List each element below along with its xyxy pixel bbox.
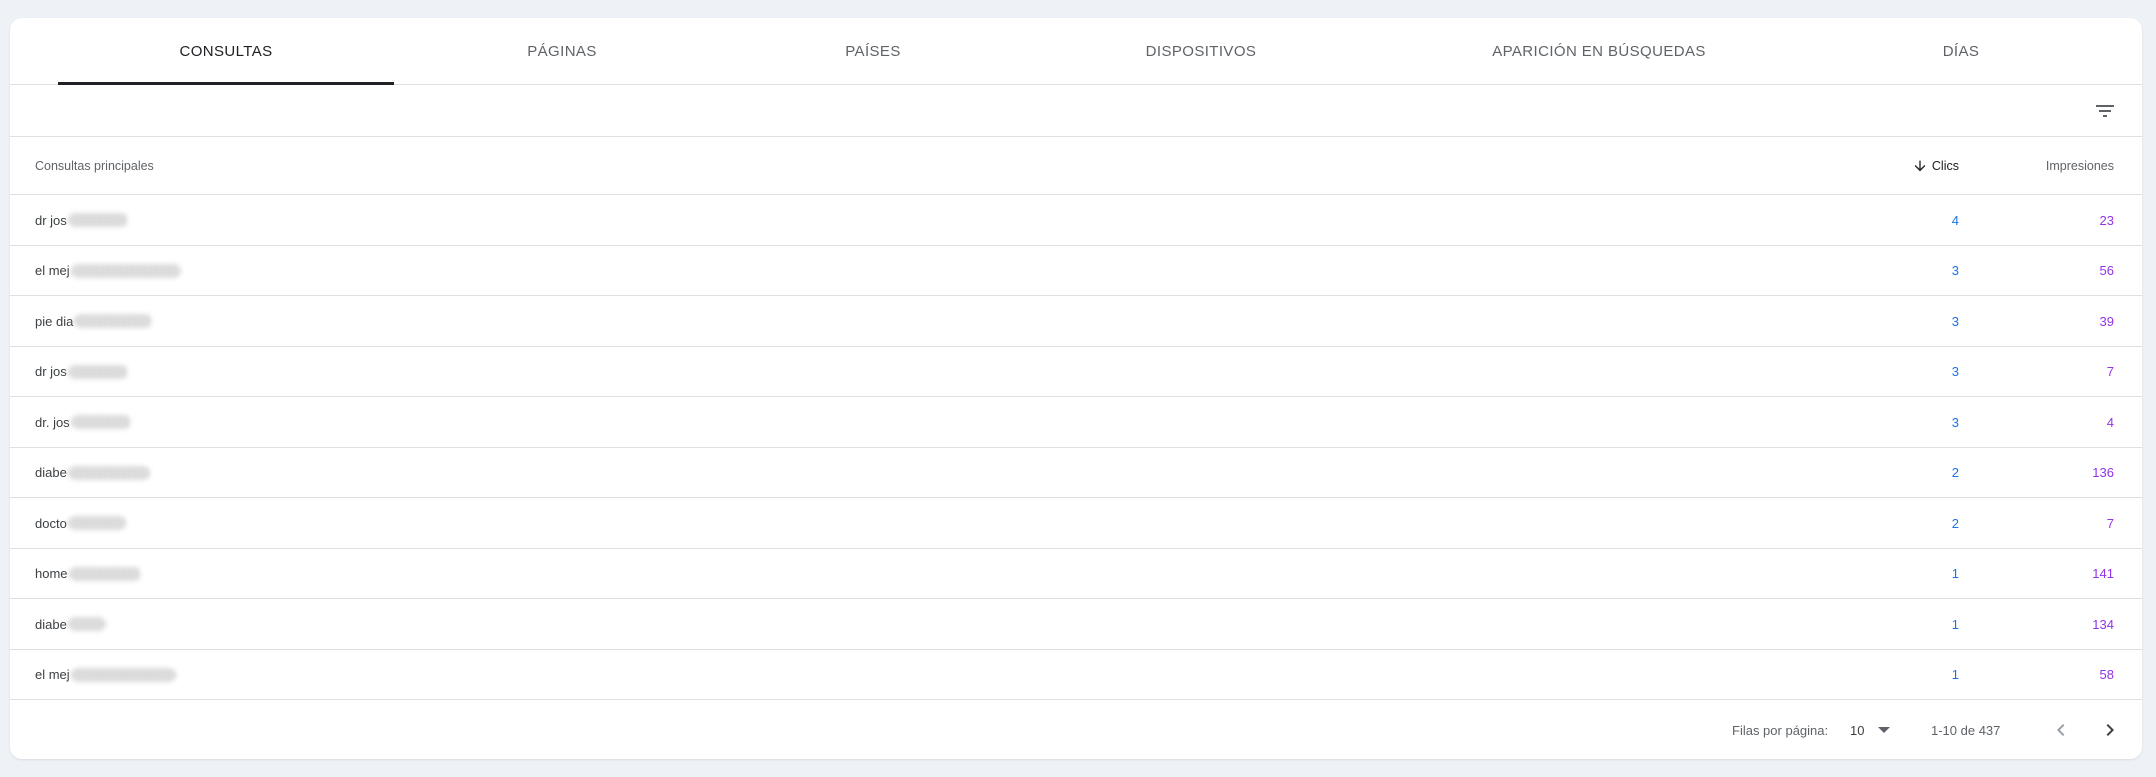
table-row[interactable]: home 1 141 <box>10 549 2142 599</box>
redacted-text <box>67 617 106 631</box>
dropdown-caret-icon <box>1878 727 1891 733</box>
redacted-text <box>70 667 176 682</box>
rows-per-page-select[interactable]: 10 <box>1850 701 1891 759</box>
clicks-cell: 3 <box>1951 263 1959 278</box>
impressions-cell: 39 <box>2099 313 2114 329</box>
header-clicks-label: Clics <box>1931 159 1959 173</box>
redacted-text <box>67 516 126 530</box>
tab-paises[interactable]: PAÍSES <box>705 18 1041 85</box>
impressions-cell: 136 <box>2092 465 2114 480</box>
tab-paginas[interactable]: PÁGINAS <box>394 18 730 85</box>
tab-bar: CONSULTAS PÁGINAS PAÍSES DISPOSITIVOS AP… <box>10 18 2142 85</box>
table-row[interactable]: pie dia 3 39 <box>10 296 2142 347</box>
rows-per-page-value: 10 <box>1850 722 1865 738</box>
impressions-cell: 141 <box>2092 566 2114 581</box>
redacted-text <box>67 364 128 379</box>
clicks-cell: 3 <box>1951 313 1959 329</box>
clicks-cell: 2 <box>1951 515 1959 531</box>
query-text: docto <box>35 515 67 531</box>
filter-bar <box>10 85 2142 137</box>
query-cell: dr. jos <box>35 397 131 447</box>
impressions-cell: 58 <box>2099 667 2114 682</box>
query-cell: home <box>35 549 141 599</box>
query-cell: el mej <box>35 650 176 700</box>
table-row[interactable]: dr. jos 3 4 <box>10 397 2142 448</box>
impressions-cell: 134 <box>2092 616 2114 632</box>
impressions-cell: 56 <box>2099 263 2114 278</box>
table-row[interactable]: diabe 1 134 <box>10 599 2142 650</box>
tab-dispositivos[interactable]: DISPOSITIVOS <box>1033 18 1369 85</box>
table-row[interactable]: docto 2 7 <box>10 498 2142 549</box>
query-cell: dr jos <box>35 195 128 245</box>
tab-consultas[interactable]: CONSULTAS <box>58 18 394 85</box>
chevron-right-icon <box>2106 724 2114 736</box>
redacted-text <box>68 566 141 581</box>
query-cell: pie dia <box>35 296 153 346</box>
filter-icon[interactable] <box>2093 99 2117 123</box>
clicks-cell: 1 <box>1951 616 1959 632</box>
redacted-text <box>74 314 153 328</box>
clicks-cell: 3 <box>1951 414 1959 430</box>
redacted-text <box>70 263 181 278</box>
next-page-button[interactable] <box>2098 718 2122 742</box>
impressions-cell: 7 <box>2106 515 2114 531</box>
tab-dias[interactable]: DÍAS <box>1841 18 2081 85</box>
pagination-range: 1-10 de 437 <box>1931 722 2001 738</box>
header-query: Consultas principales <box>35 159 154 173</box>
clicks-cell: 4 <box>1951 212 1959 228</box>
tab-aparicion-en-busquedas[interactable]: APARICIÓN EN BÚSQUEDAS <box>1409 18 1789 85</box>
table-row[interactable]: diabe 2 136 <box>10 448 2142 498</box>
header-impressions[interactable]: Impresiones <box>2046 137 2114 195</box>
table-row[interactable]: dr jos 3 7 <box>10 347 2142 397</box>
query-cell: dr jos <box>35 347 128 397</box>
table-row[interactable]: el mej 1 58 <box>10 650 2142 700</box>
rows-per-page-label: Filas por página: <box>1732 722 1829 738</box>
query-text: el mej <box>35 263 70 278</box>
clicks-cell: 2 <box>1951 465 1959 480</box>
redacted-text <box>67 213 128 227</box>
query-cell: diabe <box>35 599 106 649</box>
query-text: dr. jos <box>35 414 70 430</box>
query-text: diabe <box>35 616 67 632</box>
query-text: pie dia <box>35 313 74 329</box>
impressions-cell: 4 <box>2106 414 2114 430</box>
query-text: diabe <box>35 465 67 480</box>
chevron-left-icon <box>2057 724 2065 736</box>
query-text: home <box>35 566 68 581</box>
impressions-cell: 7 <box>2106 364 2114 379</box>
redacted-text <box>70 415 131 429</box>
header-clicks[interactable]: Clics <box>1912 137 1959 195</box>
query-cell: el mej <box>35 246 181 296</box>
table-row[interactable]: el mej 3 56 <box>10 246 2142 296</box>
performance-card: CONSULTAS PÁGINAS PAÍSES DISPOSITIVOS AP… <box>10 18 2142 759</box>
query-text: dr jos <box>35 364 67 379</box>
pagination: Filas por página: 10 1-10 de 437 <box>10 701 2142 759</box>
impressions-cell: 23 <box>2099 212 2114 228</box>
previous-page-button[interactable] <box>2049 718 2073 742</box>
queries-table: Consultas principales Clics Impresiones … <box>10 137 2142 700</box>
clicks-cell: 1 <box>1951 667 1959 682</box>
query-text: dr jos <box>35 212 67 228</box>
query-cell: docto <box>35 498 126 548</box>
table-row[interactable]: dr jos 4 23 <box>10 195 2142 246</box>
table-header: Consultas principales Clics Impresiones <box>10 137 2142 195</box>
arrow-down-icon <box>1914 160 1926 172</box>
clicks-cell: 1 <box>1951 566 1959 581</box>
query-cell: diabe <box>35 448 150 498</box>
query-text: el mej <box>35 667 70 682</box>
redacted-text <box>67 465 150 480</box>
clicks-cell: 3 <box>1951 364 1959 379</box>
